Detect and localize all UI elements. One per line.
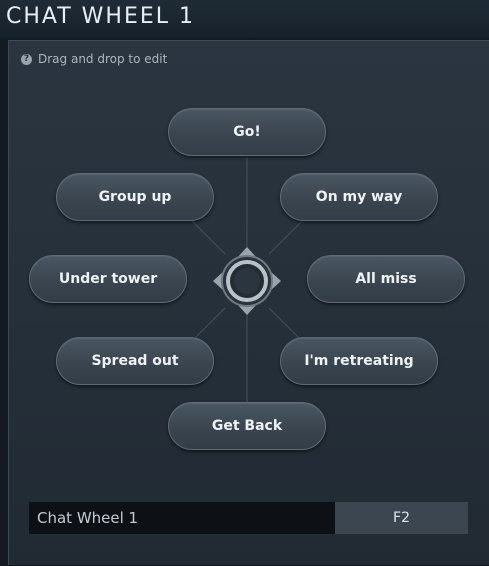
page-title: CHAT WHEEL 1	[6, 4, 196, 29]
wheel-slot-top-left[interactable]: Group up	[56, 173, 214, 221]
compass-icon	[213, 247, 281, 315]
chat-wheel-name-field[interactable]	[29, 502, 335, 534]
wheel-slot-left[interactable]: Under tower	[29, 255, 187, 303]
wheel-slot-bottom-right[interactable]: I'm retreating	[280, 337, 438, 385]
wheel-slot-bottom[interactable]: Get Back	[168, 402, 326, 450]
chat-wheel-footer: F2	[29, 502, 468, 534]
wheel-slot-top-right[interactable]: On my way	[280, 173, 438, 221]
title-bar: CHAT WHEEL 1	[0, 0, 489, 38]
wheel-slot-bottom-left[interactable]: Spread out	[56, 337, 214, 385]
wheel-slot-right[interactable]: All miss	[307, 255, 465, 303]
wheel-slot-top[interactable]: Go!	[168, 108, 326, 156]
chat-wheel-panel: ? Drag and drop to edit Go! Group up On …	[8, 40, 489, 565]
hotkey-button[interactable]: F2	[335, 502, 468, 534]
